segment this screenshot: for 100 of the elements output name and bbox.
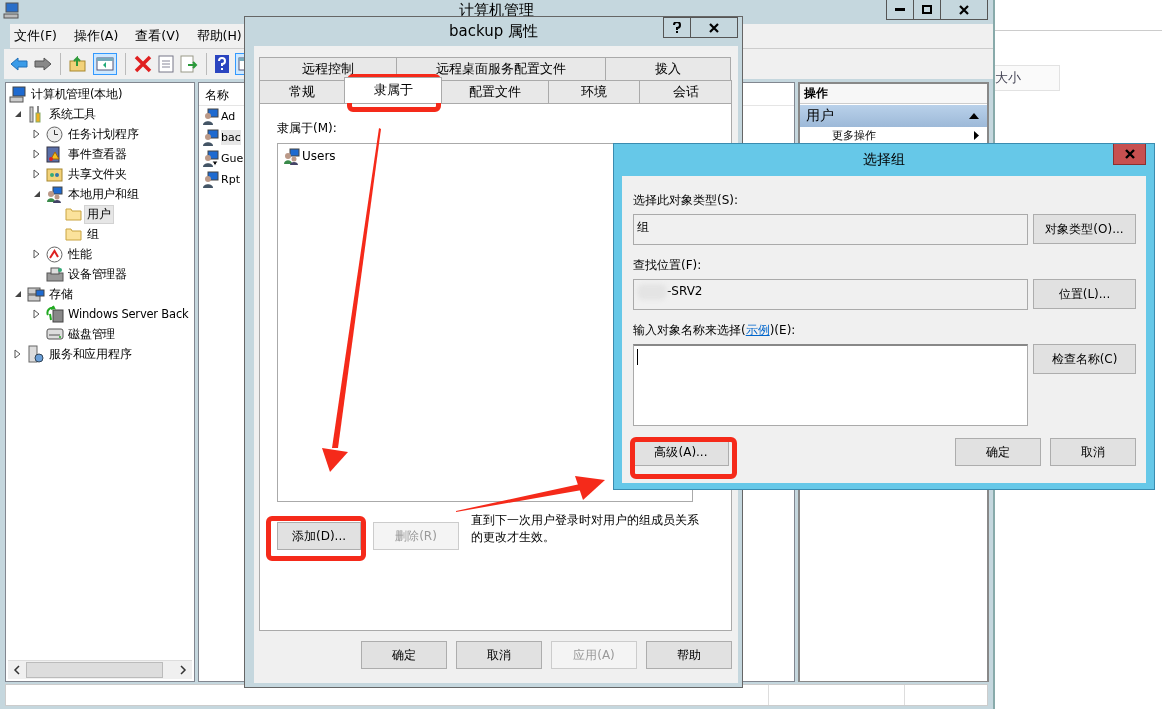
tab[interactable]: 配置文件 [441,80,549,103]
tab[interactable]: 常规 [259,80,345,103]
tree-item[interactable]: 存储 [46,284,76,304]
dialog-button[interactable]: 确定 [361,641,447,669]
user-icon [202,129,219,146]
clock-icon [46,125,63,143]
delete-icon[interactable] [134,55,152,73]
actions-section-header[interactable]: 用户 [800,105,987,127]
shared-folder-icon [46,166,63,182]
collapsed-arrow-icon[interactable] [33,249,40,259]
object-names-label: 输入对象名称来选择(示例)(E): [633,322,797,339]
menu-item[interactable]: 文件(F) [14,27,57,45]
tree-item[interactable]: 共享文件夹 [65,164,130,184]
dialog-button[interactable]: 帮助 [646,641,732,669]
column-header[interactable]: 名称 [199,85,235,105]
collapsed-arrow-icon[interactable] [33,309,40,319]
user-icon [202,150,219,167]
object-types-button[interactable]: 对象类型(O)... [1033,214,1136,244]
tree-item[interactable]: 用户 [84,204,114,224]
event-log-icon [46,145,62,163]
user-name[interactable]: Ad [221,109,236,124]
gauge-icon [46,245,63,263]
close-icon [1124,149,1135,159]
minimize-button[interactable] [886,0,914,20]
maximize-icon [922,4,932,15]
section-title: 用户 [806,107,834,125]
tree-item[interactable]: 系统工具 [46,104,100,124]
tree-item[interactable]: 磁盘管理 [65,324,119,344]
collapsed-arrow-icon[interactable] [33,129,40,139]
action-link[interactable]: 更多操作 [832,128,876,143]
user-name[interactable]: bac [221,130,241,145]
backup-icon [46,305,64,323]
tab[interactable]: 拨入 [605,57,731,80]
folder-icon [65,227,82,241]
close-icon [959,4,969,15]
tree-item[interactable]: Windows Server Back [65,305,192,323]
locations-button[interactable]: 位置(L)... [1033,279,1136,309]
users-icon [46,185,63,203]
tree-item[interactable]: 组 [84,224,102,244]
location-label: 查找位置(F): [633,257,703,274]
tree-item[interactable]: 设备管理器 [65,264,130,284]
tools-icon [27,105,43,123]
dialog-title: 选择组 [863,151,905,169]
close-button[interactable] [690,17,738,38]
menu-item[interactable]: 查看(V) [135,27,180,45]
tab[interactable]: 环境 [548,80,640,103]
object-type-label: 选择此对象类型(S): [633,192,740,209]
device-icon [46,266,64,282]
group-name[interactable]: Users [302,149,336,163]
tree-item[interactable]: 性能 [65,244,95,264]
object-names-input[interactable] [633,344,1028,426]
collapsed-arrow-icon[interactable] [33,149,40,159]
computer-management-icon [3,2,21,20]
user-icon [202,108,219,125]
scroll-left-icon[interactable] [13,665,21,675]
ok-button[interactable]: 确定 [955,438,1041,466]
expanded-arrow-icon[interactable] [33,190,41,198]
folder-up-icon[interactable] [69,56,87,72]
group-icon [283,147,300,165]
expanded-arrow-icon[interactable] [14,290,22,298]
close-button[interactable] [940,0,988,20]
collapsed-arrow-icon[interactable] [14,349,21,359]
collapse-up-icon[interactable] [969,113,979,119]
examples-link[interactable]: 示例 [745,323,770,337]
disk-drive-icon [46,326,64,342]
submenu-arrow-icon [974,131,979,140]
tab[interactable]: 远程控制 [259,57,397,80]
menu-item[interactable]: 操作(A) [73,27,119,45]
export-list-icon[interactable] [180,55,198,73]
text-field[interactable]: 大小 [995,65,1060,91]
tree-item[interactable]: 本地用户和组 [65,184,142,204]
tab[interactable]: 会话 [639,80,732,103]
tree-item[interactable]: 计算机管理(本地) [28,84,126,104]
help-button[interactable] [663,17,691,38]
check-names-button[interactable]: 检查名称(C) [1033,344,1136,374]
tree-item[interactable]: 任务计划程序 [65,124,142,144]
dialog-button[interactable]: 取消 [456,641,542,669]
console-tree-icon[interactable] [93,53,117,75]
cancel-button[interactable]: 取消 [1050,438,1136,466]
help-icon[interactable] [215,55,229,73]
tab[interactable]: 隶属于 [344,77,442,103]
tab[interactable]: 远程桌面服务配置文件 [396,57,606,80]
member-action-button[interactable]: 添加(D)... [277,522,361,550]
menu-item[interactable]: 帮助(H) [196,27,242,45]
close-icon [709,22,719,33]
back-arrow-icon[interactable] [10,56,28,72]
expanded-arrow-icon[interactable] [14,110,22,118]
scroll-thumb[interactable] [26,662,163,678]
storage-icon [27,285,45,303]
horizontal-scrollbar[interactable] [8,660,192,679]
tree-item[interactable]: 服务和应用程序 [46,344,135,364]
folder-icon [65,207,82,221]
user-name[interactable]: Rpt [221,172,240,187]
dialog-title: backup 属性 [449,22,538,41]
collapsed-arrow-icon[interactable] [33,169,40,179]
actions-title: 操作 [800,84,987,104]
server-icon [27,345,44,363]
scroll-right-icon[interactable] [179,665,187,675]
forward-arrow-icon[interactable] [34,56,52,72]
tree-item[interactable]: 事件查看器 [65,144,130,164]
